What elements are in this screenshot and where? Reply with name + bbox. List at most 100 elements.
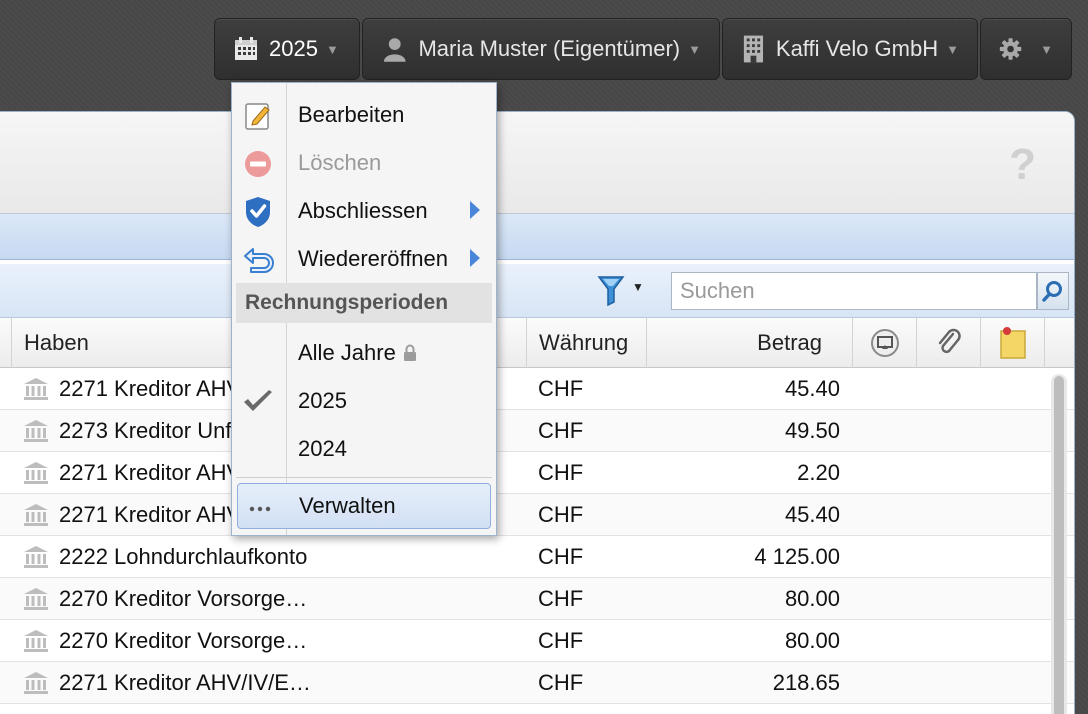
period-label: 2025 [298,388,347,413]
submenu-arrow-icon [470,249,480,267]
row-amount: 4 125.00 [754,544,840,569]
period-label: Alle Jahre [298,340,396,365]
table-row[interactable]: 2271 Kreditor AHV/IV/E… CHF 218.65 [0,662,1074,704]
main-panel: ? ▼ Haben Währung Betrag [0,111,1075,714]
table-row[interactable]: 2271 Kreditor AHV CHF 2.20 [0,452,1074,494]
menu-item-loeschen: Löschen [232,139,496,187]
settings-button[interactable]: ▼ [980,18,1072,80]
user-menu-button[interactable]: Maria Muster (Eigentümer) ▼ [362,18,720,80]
row-amount: 2.20 [797,460,840,485]
row-currency: CHF [538,544,584,569]
table-toolbar: ▼ [0,264,1074,318]
column-spacer [1044,318,1074,368]
table-row[interactable]: 2270 Kreditor Vorsorge… CHF 80.00 [0,620,1074,662]
column-waehrung[interactable]: Währung [526,318,646,368]
row-currency: CHF [538,460,584,485]
menu-item-bearbeiten[interactable]: Bearbeiten [232,91,496,139]
row-haben: 2270 Kreditor Vorsorge… [59,628,308,653]
building-icon [743,35,764,63]
filter-icon[interactable] [597,274,625,306]
bank-icon [23,494,49,536]
period-label: 2024 [298,436,347,461]
paperclip-icon [938,328,961,354]
calendar-icon [235,37,257,60]
column-reconcile[interactable] [852,318,916,368]
row-currency: CHF [538,586,584,611]
menu-item-verwalten[interactable]: Verwalten [237,483,491,529]
table-header: Haben Währung Betrag [0,318,1074,368]
row-haben: 2270 Kreditor Vorsorge… [59,586,308,611]
reconcile-icon [870,329,899,357]
row-currency: CHF [538,670,584,695]
scrollbar-thumb[interactable] [1054,376,1064,714]
menu-section-rechnungsperioden: Rechnungsperioden [236,283,492,323]
year-dropdown-menu: Bearbeiten Löschen Abschliessen Wiederer… [231,82,497,536]
bank-icon [23,620,49,662]
table-row[interactable]: 2271 Kreditor AHV CHF 45.40 [0,368,1074,410]
edit-pencil-icon [242,101,274,131]
row-haben: 2271 Kreditor AHV/IV/E… [59,670,311,695]
chevron-down-icon: ▼ [1040,41,1053,57]
row-currency: CHF [538,418,584,443]
table-row[interactable]: 2273 Kreditor Unf CHF 49.50 [0,410,1074,452]
row-haben: 2271 Kreditor AHV [59,460,242,485]
table-row[interactable]: 2271 Kreditor AHV CHF 45.40 [0,494,1074,536]
year-label: 2025 [269,36,318,61]
column-attachments[interactable] [916,318,980,368]
menu-item-alle-jahre[interactable]: Alle Jahre [232,329,496,377]
row-haben: 2273 Kreditor Unf [59,418,232,443]
lock-icon [403,344,416,361]
search-button[interactable] [1037,272,1069,310]
row-amount: 49.50 [784,418,840,443]
menu-item-2025[interactable]: 2025 [232,377,496,425]
menu-item-abschliessen[interactable]: Abschliessen [232,187,496,235]
row-amount: 45.40 [784,502,840,527]
row-haben: 2271 Kreditor AHV [59,376,242,401]
row-amount: 80.00 [784,628,840,653]
menu-item-label: Verwalten [299,493,396,518]
row-currency: CHF [538,376,584,401]
menu-item-wiedereroeffnen[interactable]: Wiedereröffnen [232,235,496,283]
submenu-arrow-icon [470,201,480,219]
row-haben: 2222 Lohndurchlaufkonto [59,544,308,569]
row-amount: 218.65 [772,670,840,695]
row-currency: CHF [538,502,584,527]
section-band [0,214,1074,260]
menu-item-label: Bearbeiten [298,102,405,127]
delete-minus-icon [242,149,274,179]
table-row[interactable]: 2222 Lohndurchlaufkonto CHF 4 125.00 [0,536,1074,578]
table-row[interactable]: 2270 Kreditor Vorsorge… CHF 80.00 [0,578,1074,620]
bank-icon [23,368,49,410]
menu-separator [236,477,492,478]
menu-item-label: Wiedereröffnen [298,246,449,271]
undo-arrow-icon [242,245,274,275]
row-amount: 80.00 [784,586,840,611]
person-icon [383,38,406,62]
company-name: Kaffi Velo GmbH [775,36,939,61]
column-notes[interactable] [980,318,1044,368]
menu-item-2024[interactable]: 2024 [232,425,496,473]
help-icon[interactable]: ? [1009,140,1036,190]
ellipsis-icon [244,494,276,524]
search-icon [1042,281,1062,302]
chevron-down-icon: ▼ [946,41,959,57]
year-selector-button[interactable]: 2025 ▼ [214,18,360,80]
row-currency: CHF [538,628,584,653]
row-haben: 2271 Kreditor AHV [59,502,242,527]
column-betrag[interactable]: Betrag [646,318,852,368]
chevron-down-icon: ▼ [688,41,701,57]
bank-icon [23,662,49,704]
chevron-down-icon: ▼ [325,41,339,57]
filter-dropdown-icon[interactable]: ▼ [632,280,644,294]
note-icon [999,327,1026,359]
menu-item-label: Löschen [298,150,382,175]
company-menu-button[interactable]: Kaffi Velo GmbH ▼ [722,18,978,80]
bank-icon [23,536,49,578]
table-body: 2271 Kreditor AHV CHF 45.40 2273 Kredito… [0,368,1074,704]
user-name: Maria Muster (Eigentümer) [418,36,681,61]
bank-icon [23,578,49,620]
menu-item-label: Alle Jahre [298,340,418,366]
search-input[interactable] [671,272,1037,310]
gear-icon [999,38,1022,60]
row-amount: 45.40 [784,376,840,401]
